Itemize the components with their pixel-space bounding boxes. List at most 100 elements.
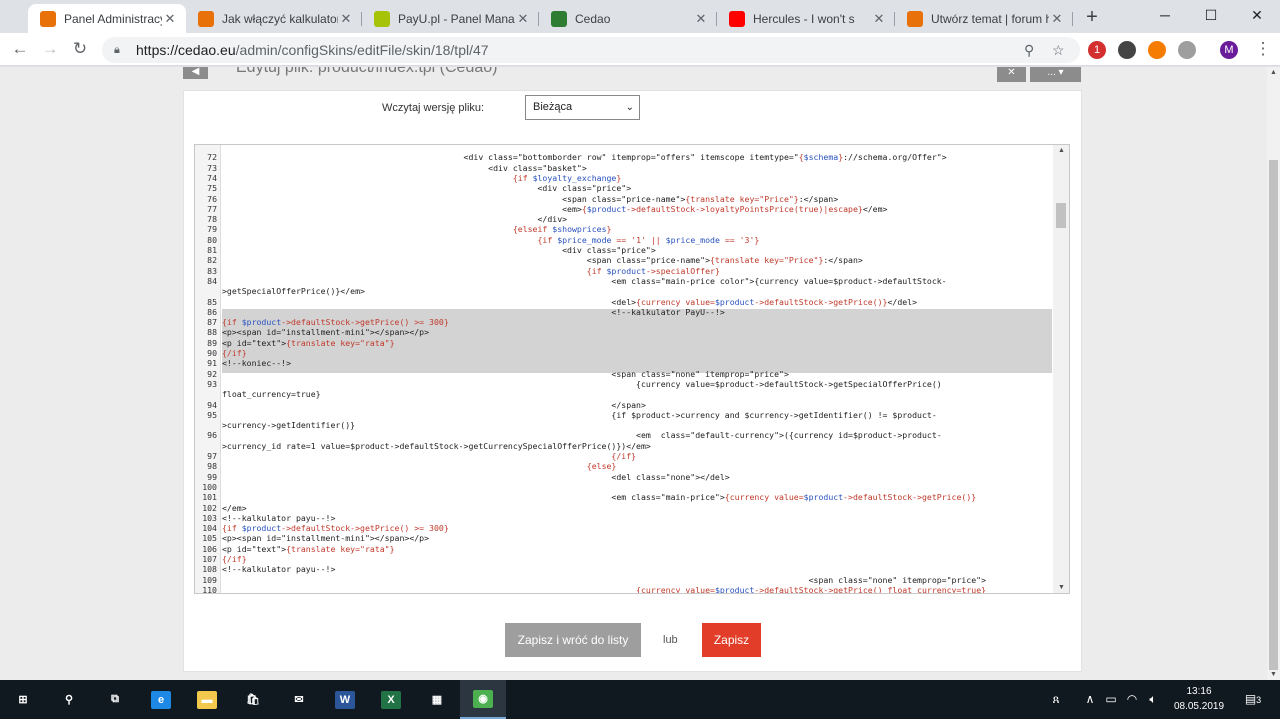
- people-icon[interactable]: ጸ: [1046, 680, 1066, 719]
- arrow-left-icon: ◀: [191, 67, 200, 77]
- volume-icon[interactable]: 🔈︎: [1145, 680, 1161, 719]
- editor-scrollbar[interactable]: ▲ ▼: [1053, 145, 1069, 593]
- code-line: 84 <em class="main-price color">{currenc…: [195, 276, 1053, 286]
- close-tab-icon[interactable]: ✕: [1049, 11, 1065, 27]
- taskbar-button[interactable]: ⚲: [46, 680, 92, 719]
- extension-icon[interactable]: [1118, 41, 1136, 59]
- bookmark-star-icon[interactable]: ☆: [1052, 37, 1065, 63]
- code-line: 105 <p><span id="installment-mini"></span…: [195, 533, 1053, 543]
- reload-button[interactable]: ↻: [67, 37, 93, 63]
- line-number: 97: [207, 451, 217, 461]
- taskbar-button[interactable]: W: [322, 680, 368, 719]
- back-button[interactable]: ←: [7, 37, 33, 63]
- close-window-button[interactable]: ✕: [1234, 0, 1280, 33]
- close-tab-icon[interactable]: ✕: [693, 11, 709, 27]
- code-text: {/if}: [611, 451, 637, 461]
- browser-tab[interactable]: Jak włączyć kalkulator r ✕: [186, 4, 362, 33]
- tab-title: Utwórz temat | forum h: [931, 11, 1049, 26]
- extension-icon[interactable]: 1: [1088, 41, 1106, 59]
- browser-tab[interactable]: Panel Administracyjny - ✕: [28, 4, 186, 33]
- taskbar-button[interactable]: X: [368, 680, 414, 719]
- wifi-icon[interactable]: ◠: [1124, 680, 1140, 719]
- code-line: 109 <span class="none" itemprop="price">: [195, 575, 1053, 585]
- line-number: 85: [207, 296, 217, 307]
- code-text: {if $product->currency and $currency->ge…: [222, 409, 937, 420]
- word-icon: W: [335, 690, 355, 709]
- code-line: 88 <p><span id="installment-mini"></span>…: [195, 327, 1053, 337]
- taskbar-button[interactable]: ⧉: [92, 680, 138, 719]
- page-scroll-thumb[interactable]: [1269, 160, 1278, 670]
- page-content: ◀ Edytuj plik: product/index.tpl (Cedao)…: [0, 67, 1267, 680]
- taskbar-button[interactable]: e: [138, 680, 184, 719]
- windows-taskbar: ⊞ ⚲ ⧉ e ▬ 🛍 ✉ W X ▦ ◉ ጸ ∧ ▭ ◠ 🔈︎ 13:16 08.05.2019 …: [0, 680, 1280, 719]
- code-area[interactable]: 72 <div class="bottomborder row" itempro…: [195, 145, 1053, 593]
- browser-tab[interactable]: Cedao ✕: [539, 4, 717, 33]
- browser-toolbar: ← → ↻ 🔒︎ https://cedao.eu/admin/configSk…: [0, 33, 1280, 66]
- reload-icon: ↻: [72, 39, 88, 58]
- code-text: {elseif $showprices}: [512, 224, 612, 235]
- taskbar-button[interactable]: ▬: [184, 680, 230, 719]
- taskbar-button[interactable]: ⊞: [0, 680, 46, 719]
- line-number: 76: [207, 193, 217, 204]
- back-to-list-button[interactable]: ◀: [183, 67, 208, 79]
- new-tab-button[interactable]: +: [1080, 6, 1104, 30]
- scroll-up-icon[interactable]: ▲: [1267, 69, 1280, 76]
- line-number: 104: [202, 523, 217, 534]
- collapse-icon: ✕: [1007, 67, 1016, 78]
- page-scrollbar[interactable]: ▲ ▼: [1267, 67, 1280, 680]
- line-number: 95: [207, 409, 217, 420]
- line-number: 110: [202, 584, 217, 593]
- line-number: 77: [207, 203, 217, 214]
- maximize-button[interactable]: ☐: [1188, 0, 1234, 33]
- forward-button[interactable]: →: [37, 37, 63, 63]
- close-tab-icon[interactable]: ✕: [871, 11, 887, 27]
- minimize-button[interactable]: ─: [1142, 0, 1188, 33]
- line-number: 102: [202, 502, 217, 513]
- battery-icon[interactable]: ▭: [1103, 680, 1119, 719]
- code-text: </span>: [222, 399, 646, 410]
- taskbar-button[interactable]: ◉: [460, 680, 506, 719]
- more-options-button[interactable]: ... ▾: [1030, 67, 1081, 82]
- line-number: 96: [207, 430, 217, 441]
- system-clock[interactable]: 13:16 08.05.2019: [1168, 684, 1230, 714]
- clock-date: 08.05.2019: [1173, 701, 1225, 712]
- taskbar-button[interactable]: ▦: [414, 680, 460, 719]
- code-line: 89 <p id="text">{translate key="rata"}: [195, 338, 1053, 348]
- tab-title: PayU.pl - Panel Manage: [398, 11, 515, 26]
- close-tab-icon[interactable]: ✕: [338, 11, 354, 27]
- taskbar-button[interactable]: ✉: [276, 680, 322, 719]
- key-extension-icon[interactable]: [1148, 41, 1166, 59]
- address-bar[interactable]: 🔒︎ https://cedao.eu/admin/configSkins/ed…: [102, 37, 1080, 63]
- close-tab-icon[interactable]: ✕: [162, 11, 178, 27]
- editor-scroll-thumb[interactable]: [1056, 203, 1066, 228]
- file-explorer-icon: ▬: [197, 690, 217, 709]
- code-text: <em class="main-price color">{currency v…: [222, 275, 947, 286]
- line-number: 81: [207, 245, 217, 255]
- profile-avatar[interactable]: M: [1220, 41, 1238, 59]
- line-number: 101: [202, 492, 217, 503]
- code-text: <p><span id="installment-mini"></span></…: [222, 327, 430, 338]
- youtube-favicon-icon: [729, 10, 745, 27]
- browser-tab[interactable]: Hercules - I won't s ✕: [717, 4, 895, 33]
- scroll-down-icon[interactable]: ▼: [1053, 584, 1069, 591]
- collapse-button[interactable]: ✕: [997, 67, 1026, 82]
- save-button[interactable]: Zapisz: [702, 623, 761, 657]
- code-text: {/if}: [222, 554, 247, 564]
- puzzle-extension-icon[interactable]: [1178, 41, 1196, 59]
- browser-tab[interactable]: PayU.pl - Panel Manage✕: [362, 4, 539, 33]
- zoom-icon[interactable]: ⚲: [1024, 37, 1034, 63]
- browser-tab[interactable]: Utwórz temat | forum h ✕: [895, 4, 1073, 33]
- taskbar-button[interactable]: 🛍: [230, 680, 276, 719]
- scroll-up-icon[interactable]: ▲: [1053, 147, 1069, 154]
- show-hidden-icons[interactable]: ∧: [1082, 680, 1098, 719]
- menu-kebab-icon[interactable]: ⋮: [1250, 37, 1276, 63]
- close-tab-icon[interactable]: ✕: [515, 11, 531, 27]
- code-editor[interactable]: 72 <div class="bottomborder row" itempro…: [194, 144, 1070, 594]
- notifications-icon[interactable]: ▤3: [1238, 680, 1268, 719]
- url-host: https://cedao.eu: [136, 42, 236, 58]
- code-text: <p id="text">{translate key="rata"}: [222, 337, 395, 348]
- save-and-return-button[interactable]: Zapisz i wróć do listy: [505, 623, 641, 657]
- version-select[interactable]: Bieżąca ⌄: [525, 95, 640, 120]
- scroll-down-icon[interactable]: ▼: [1267, 671, 1280, 678]
